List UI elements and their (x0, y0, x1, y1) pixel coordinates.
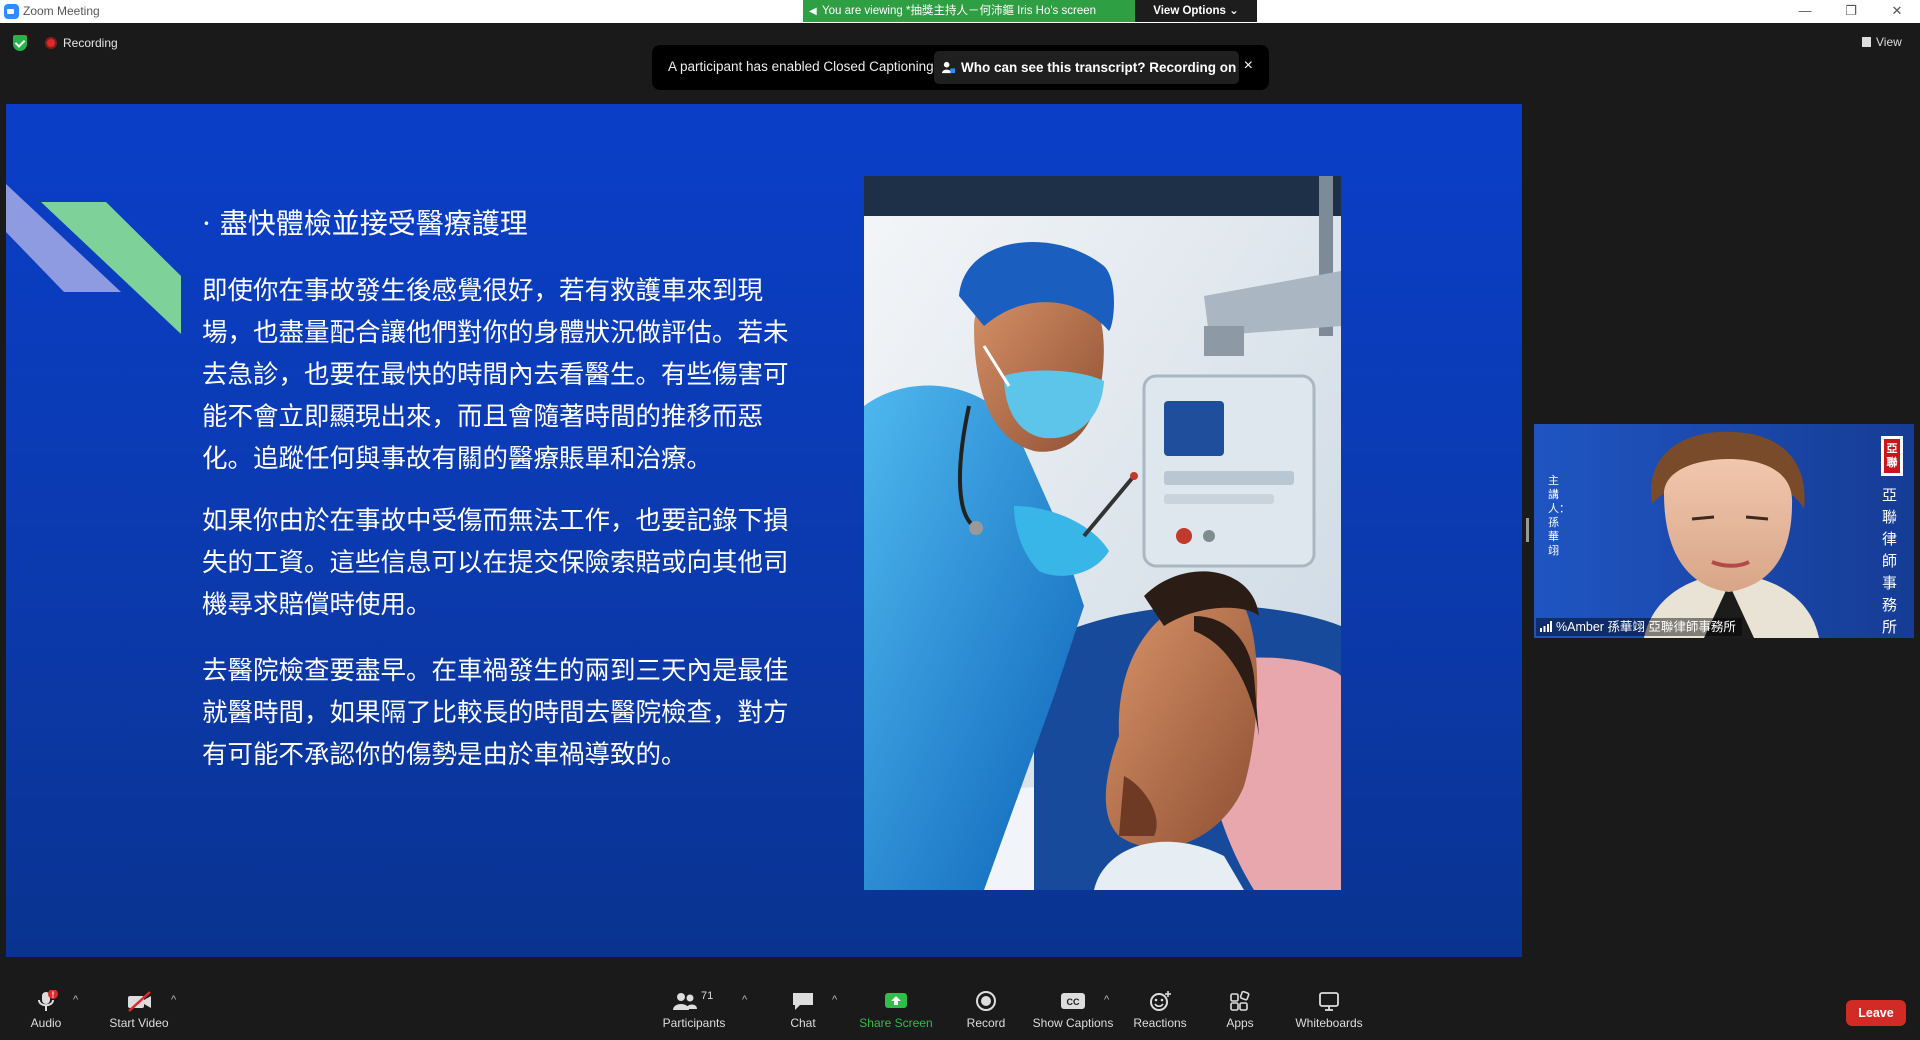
participants-label: Participants (662, 1016, 726, 1030)
firm-logo-text: 亞聯 (1886, 442, 1898, 469)
recording-label[interactable]: Recording (63, 36, 118, 50)
participants-count: 71 (701, 990, 714, 1002)
microphone-icon: ! (38, 990, 58, 1011)
zoom-app-icon (4, 4, 19, 19)
apps-label: Apps (1226, 1016, 1254, 1030)
audio-button[interactable]: ! Audio (22, 990, 70, 1030)
view-layout-icon (1862, 37, 1871, 47)
meeting-toolbar: ! Audio ^ Start Video ^ 71 Participants … (0, 980, 1920, 1040)
participant-video-frame (1534, 424, 1914, 638)
record-button[interactable]: Record (960, 990, 1012, 1030)
slide-paragraph-2: 如果你由於在事故中受傷而無法工作，也要記錄下損失的工資。這些信息可以在提交保險索… (202, 506, 789, 620)
zoom-window: Zoom Meeting ◀ You are viewing *抽獎主持人－何沛鏂… (0, 0, 1920, 1040)
closed-captions-icon: CC (1061, 993, 1085, 1009)
shared-screen-slide: · 盡快體檢並接受醫療護理 即使你在事故發生後感覺很好，若有救護車來到現場，也盡… (6, 104, 1522, 957)
title-bar: Zoom Meeting ◀ You are viewing *抽獎主持人－何沛鏂… (0, 0, 1920, 23)
viewing-banner-text: You are viewing *抽獎主持人－何沛鏂 Iris Ho's scr… (822, 5, 1097, 17)
close-notice-icon[interactable]: × (1244, 57, 1253, 75)
participant-name: %Amber 孫華翊 亞聯律師事務所 (1556, 620, 1736, 634)
start-video-label: Start Video (109, 1016, 169, 1030)
view-options-button[interactable]: View Options ⌄ (1135, 0, 1257, 22)
minimize-icon[interactable]: — (1782, 0, 1828, 23)
connection-signal-icon (1540, 621, 1552, 632)
recording-dot-icon[interactable] (45, 37, 57, 49)
slide-paragraph-3: 去醫院檢查要盡早。在車禍發生的兩到三天內是最佳就醫時間，如果隔了比較長的時間去醫… (202, 656, 789, 770)
share-screen-icon (885, 993, 907, 1008)
video-options-caret-icon[interactable]: ^ (171, 994, 176, 1006)
view-label: View (1876, 35, 1902, 49)
restore-icon[interactable]: ❐ (1828, 0, 1874, 23)
whiteboards-button[interactable]: Whiteboards (1290, 990, 1368, 1030)
audio-alert-badge: ! (52, 991, 55, 1000)
participant-nameplate: %Amber 孫華翊 亞聯律師事務所 (1536, 618, 1742, 636)
audio-options-caret-icon[interactable]: ^ (73, 994, 78, 1006)
apps-icon (1230, 990, 1250, 1011)
participants-icon (673, 993, 697, 1010)
show-captions-label: Show Captions (1032, 1016, 1114, 1030)
record-label: Record (966, 1016, 1006, 1030)
chat-bubble-icon (793, 993, 813, 1010)
view-button[interactable]: View (1862, 35, 1902, 49)
encryption-shield-icon[interactable] (13, 35, 27, 51)
window-controls: — ❐ ✕ (1782, 0, 1920, 23)
slide-paragraph-1: 即使你在事故發生後感覺很好，若有救護車來到現場，也盡量配合讓他們對你的身體狀況做… (202, 276, 789, 474)
caption-notice-message: A participant has enabled Closed Caption… (668, 59, 934, 74)
participants-options-caret-icon[interactable]: ^ (742, 994, 747, 1006)
smiley-icon (1150, 991, 1171, 1011)
audio-label: Audio (30, 1016, 62, 1030)
doctor-patient-illustration (864, 176, 1341, 890)
leave-meeting-button[interactable]: Leave (1846, 1000, 1906, 1026)
viewing-screen-banner: ◀ You are viewing *抽獎主持人－何沛鏂 Iris Ho's sc… (803, 0, 1135, 22)
closed-caption-notice: A participant has enabled Closed Caption… (652, 45, 1269, 90)
record-icon (976, 991, 996, 1011)
chat-button[interactable]: Chat (783, 990, 823, 1030)
transcript-visibility-label: Who can see this transcript? Recording o… (961, 60, 1237, 75)
reactions-button[interactable]: Reactions (1130, 990, 1190, 1030)
share-screen-button[interactable]: Share Screen (858, 990, 934, 1030)
whiteboard-icon (1319, 992, 1339, 1011)
share-screen-label: Share Screen (859, 1016, 933, 1030)
participants-button[interactable]: 71 Participants (660, 990, 728, 1030)
chat-label: Chat (790, 1016, 816, 1030)
start-video-button[interactable]: Start Video (104, 990, 174, 1030)
chat-options-caret-icon[interactable]: ^ (832, 994, 837, 1006)
participant-video-tile[interactable]: 主講人：孫華翊 亞聯 亞聯律師事務所 %Amber 孫華翊 亞聯律師事務所 (1534, 424, 1914, 638)
svg-text:CC: CC (1067, 997, 1080, 1007)
slide-bullet-heading: · 盡快體檢並接受醫療護理 (202, 207, 528, 240)
video-off-icon (128, 991, 151, 1012)
panel-resize-handle[interactable] (1526, 518, 1529, 542)
captions-options-caret-icon[interactable]: ^ (1104, 994, 1109, 1006)
slide-corner-decoration (6, 184, 181, 334)
window-title: Zoom Meeting (23, 4, 100, 18)
firm-name-overlay: 亞聯律師事務所 (1882, 486, 1898, 636)
person-lock-icon (942, 61, 955, 74)
reactions-label: Reactions (1133, 1016, 1187, 1030)
speaker-icon: ◀ (809, 6, 817, 17)
whiteboards-label: Whiteboards (1295, 1016, 1363, 1030)
close-window-icon[interactable]: ✕ (1874, 0, 1920, 23)
transcript-visibility-button[interactable]: Who can see this transcript? Recording o… (934, 51, 1239, 84)
apps-button[interactable]: Apps (1220, 990, 1260, 1030)
speaker-title-overlay: 主講人：孫華翊 (1548, 474, 1570, 557)
